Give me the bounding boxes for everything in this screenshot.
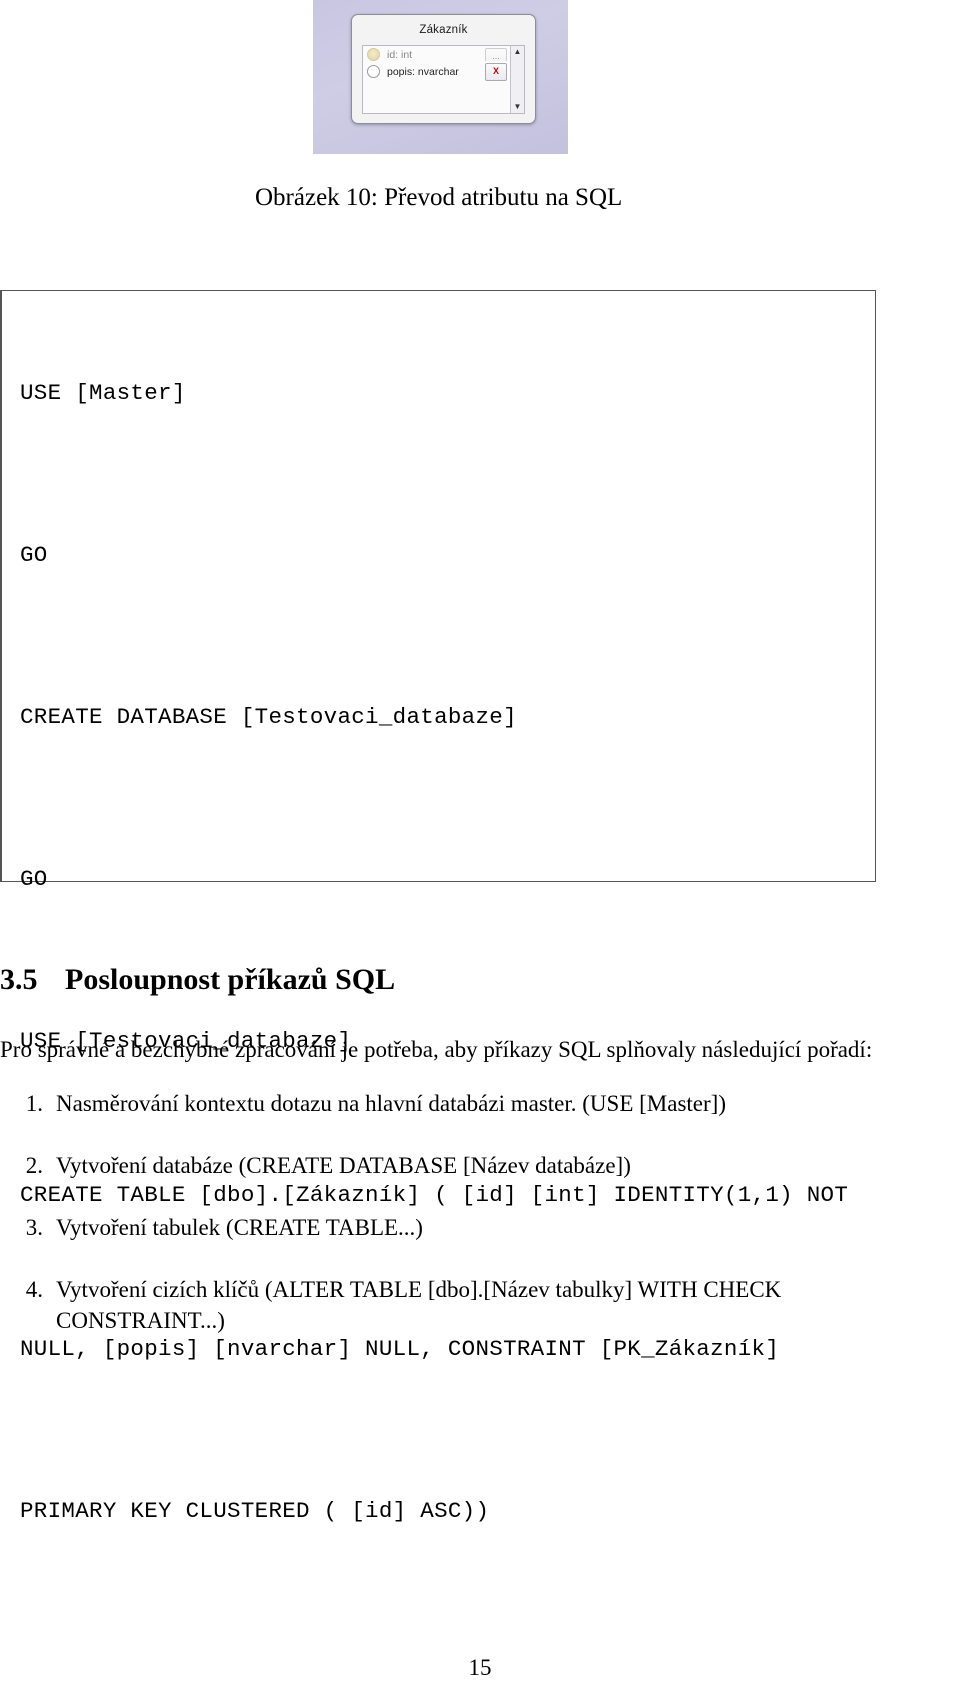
attribute-rows: id: int ... popis: nvarchar X [363,46,510,113]
code-line: USE [Master] [20,380,186,406]
code-spacer [20,616,875,661]
attribute-row: popis: nvarchar X [363,61,510,82]
list-item: 1. Nasměrování kontextu dotazu na hlavní… [0,1088,890,1119]
attribute-row-label: id: int [387,49,413,61]
list-item-text: Vytvoření databáze (CREATE DATABASE [Náz… [56,1153,631,1179]
section-number: 3.5 [0,962,38,996]
list-item-number: 4. [25,1277,43,1303]
list-item-text: Vytvoření cizích klíčů (ALTER TABLE [dbo… [56,1274,890,1336]
primary-key-icon [367,48,380,61]
list-item-text: Nasměrování kontextu dotazu na hlavní da… [56,1091,726,1116]
code-spacer [20,1410,875,1455]
attribute-list: id: int ... popis: nvarchar X ▲ ▼ [362,45,525,114]
list-item-text-line2: CONSTRAINT...) [56,1308,225,1334]
code-line: CREATE DATABASE [Testovaci_databaze] [20,704,517,730]
code-spacer [20,778,875,823]
list-item-number: 2. [25,1153,43,1179]
list-item-number: 1. [25,1091,43,1116]
list-item: 2. Vytvoření databáze (CREATE DATABASE [… [0,1150,890,1181]
list-item-number: 3. [25,1215,43,1241]
section-title: Posloupnost příkazů SQL [65,962,396,996]
entity-dialog-title: Zákazník [419,24,468,36]
attribute-row: id: int ... [363,46,510,61]
code-line: PRIMARY KEY CLUSTERED ( [id] ASC)) [20,1498,490,1524]
scrollbar: ▲ ▼ [510,46,524,113]
code-line: GO [20,866,48,892]
radio-icon [367,65,380,78]
list-item: 4. Vytvoření cizích klíčů (ALTER TABLE [… [0,1274,890,1336]
sql-code-block: USE [Master] GO CREATE DATABASE [Testova… [0,290,876,1522]
code-line: GO [20,542,48,568]
chevron-down-icon: ▼ [513,102,522,111]
body-paragraph: Pro správné a bezchybné zpracování je po… [0,1037,873,1062]
figure-image: Zákazník id: int ... popis: nvarchar X ▲… [313,0,568,154]
section-heading: 3.5 Posloupnost příkazů SQL [0,963,395,997]
entity-dialog: Zákazník id: int ... popis: nvarchar X ▲… [351,14,536,124]
list-item-text: Vytvoření tabulek (CREATE TABLE...) [56,1215,423,1241]
list-item-text-line1: Vytvoření cizích klíčů (ALTER TABLE [dbo… [56,1277,782,1303]
figure-caption: Obrázek 10: Převod atributu na SQL [255,184,623,211]
delete-attribute-button: X [485,63,507,81]
code-spacer [20,454,875,499]
attribute-row-label: popis: nvarchar [387,65,459,78]
ordered-step-list: 1. Nasměrování kontextu dotazu na hlavní… [0,1088,890,1367]
attribute-options-button: ... [485,48,507,61]
sql-code-text: USE [Master] GO CREATE DATABASE [Testova… [2,291,875,1572]
page-number: 15 [468,1655,492,1680]
list-item: 3. Vytvoření tabulek (CREATE TABLE...) [0,1212,890,1243]
chevron-up-icon: ▲ [513,47,522,56]
